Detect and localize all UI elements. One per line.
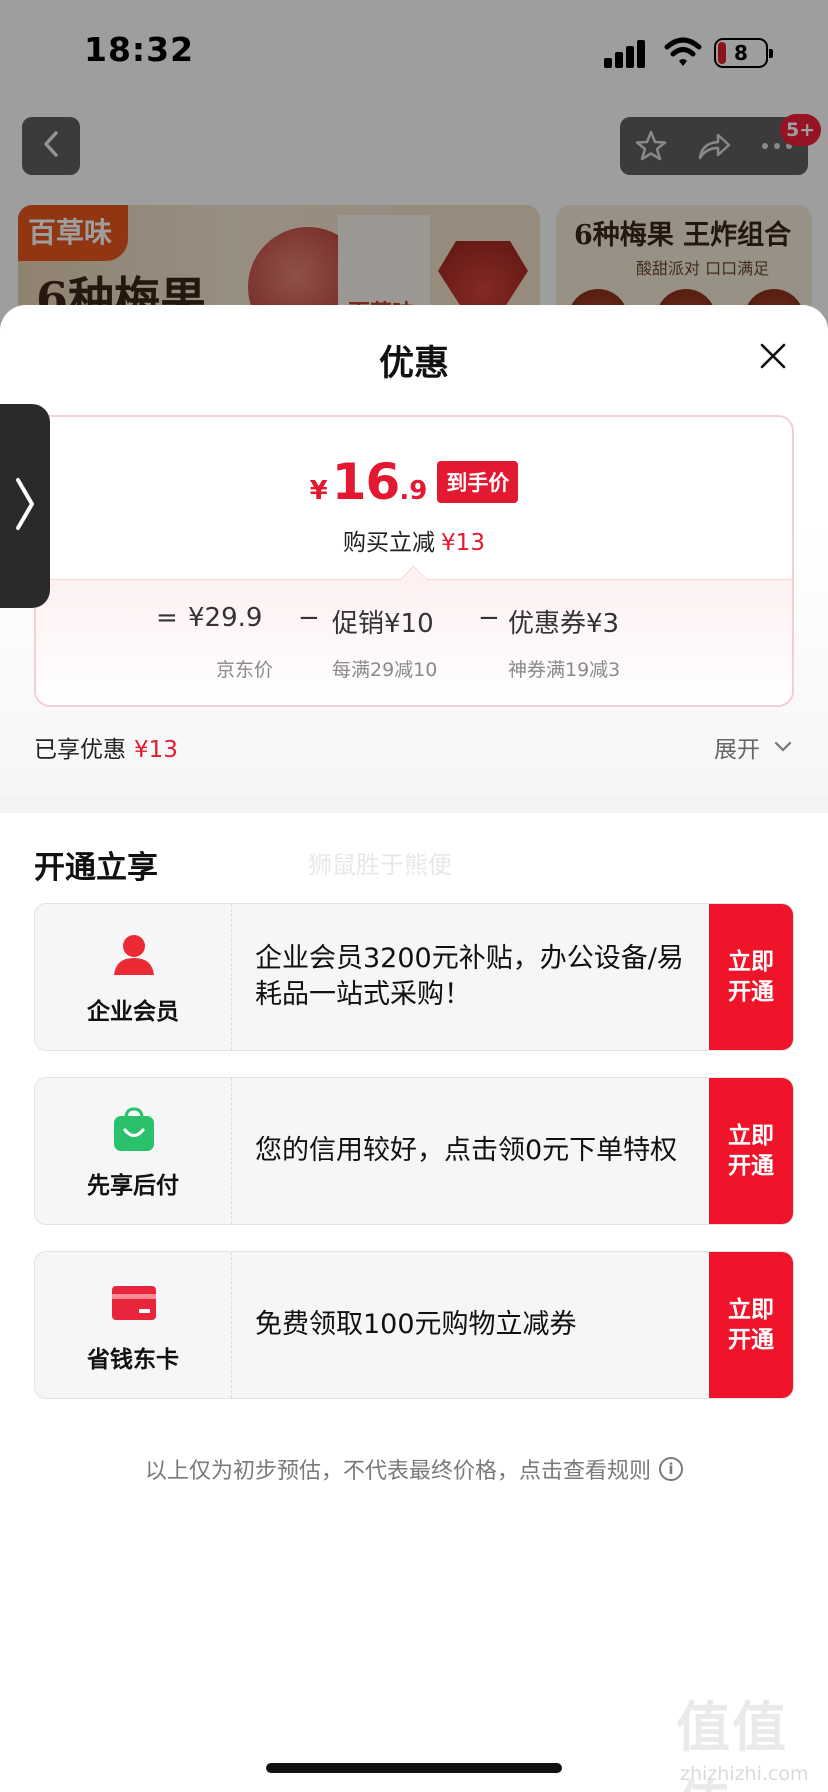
site-watermark-url: zhizhizhi.com [680, 1763, 809, 1785]
shopping-bag-icon [111, 1106, 157, 1152]
activate-button[interactable]: 立即开通 [709, 1078, 793, 1224]
price-breakdown-card: ¥16.9 到手价 购买立减 ¥13 = ¥29.9 京东价 − 促销¥10 每满… [34, 415, 794, 707]
card-icon [111, 1280, 157, 1326]
saved-discount: 已享优惠 ¥13 [34, 737, 178, 763]
disclaimer-link[interactable]: 以上仅为初步预估，不代表最终价格，点击查看规则 i [0, 1453, 828, 1485]
user-icon [111, 932, 157, 978]
activate-button[interactable]: 立即开通 [709, 904, 793, 1050]
modal-overlay[interactable] [0, 0, 828, 330]
offer-name: 先享后付 [87, 1173, 179, 1199]
final-price-tag: 到手价 [437, 461, 519, 503]
background-product-page: 18:32 8 5+ 百草味 百草味 [0, 0, 828, 330]
reduction-amount: ¥13 [441, 530, 485, 556]
coupon-note: 神券满19减3 [508, 659, 621, 681]
final-price: ¥16.9 [309, 453, 428, 511]
promo-note: 每满29减10 [332, 659, 438, 681]
jd-price: ¥29.9 [188, 603, 263, 633]
discount-sheet: 优惠 ¥16.9 到手价 购买立减 ¥13 = ¥29.9 京东价 − 促销¥10… [0, 305, 828, 1792]
offer-card-enterprise[interactable]: 企业会员 企业会员3200元补贴，办公设备/易耗品一站式采购！ 立即开通 [34, 903, 794, 1051]
chevron-down-icon [774, 741, 792, 753]
section-title: 开通立享 [34, 850, 158, 886]
coupon-discount: 优惠券¥3 [508, 609, 620, 639]
offer-name: 企业会员 [87, 999, 179, 1025]
offer-description: 企业会员3200元补贴，办公设备/易耗品一站式采购！ [255, 943, 684, 1010]
offer-name: 省钱东卡 [87, 1347, 179, 1373]
offer-description: 免费领取100元购物立减券 [255, 1309, 577, 1340]
offer-description: 您的信用较好，点击领0元下单特权 [255, 1135, 678, 1166]
saved-amount: ¥13 [134, 737, 178, 763]
equals-sign: = [156, 603, 178, 633]
chevron-right-icon [13, 474, 37, 538]
purchase-reduction: 购买立减 ¥13 [343, 530, 485, 556]
jd-price-label: 京东价 [216, 659, 274, 681]
sheet-title: 优惠 [378, 344, 449, 384]
final-price-row: ¥16.9 到手价 [36, 453, 792, 511]
side-drawer-tab[interactable] [0, 404, 50, 608]
offer-card-buy-now-pay-later[interactable]: 先享后付 您的信用较好，点击领0元下单特权 立即开通 [34, 1077, 794, 1225]
close-button[interactable] [752, 337, 794, 379]
section-divider [0, 795, 828, 813]
activate-button[interactable]: 立即开通 [709, 1252, 793, 1398]
minus-sign: − [478, 603, 500, 633]
home-indicator[interactable] [266, 1763, 562, 1773]
offer-card-savings-card[interactable]: 省钱东卡 免费领取100元购物立减券 立即开通 [34, 1251, 794, 1399]
info-icon: i [659, 1457, 683, 1481]
watermark-text: 狮鼠胜于熊便 [308, 851, 452, 879]
promo-discount: 促销¥10 [332, 609, 434, 639]
disclaimer-text: 以上仅为初步预估，不代表最终价格，点击查看规则 [144, 1459, 651, 1484]
minus-sign: − [298, 603, 320, 633]
close-icon [759, 342, 787, 374]
expand-button[interactable]: 展开 [714, 730, 792, 764]
